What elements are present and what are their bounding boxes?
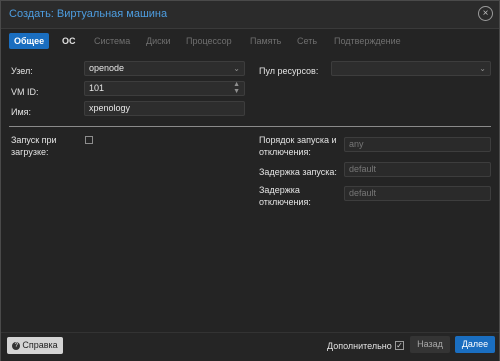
tab-confirm[interactable]: Подтверждение — [329, 33, 406, 49]
dialog-footer: ? Справка Дополнительно ✓ Назад Далее — [1, 332, 499, 361]
advanced-label: Дополнительно — [327, 341, 392, 351]
node-value: openode — [89, 63, 125, 73]
shutdown-delay-label-line1: Задержка — [259, 185, 300, 195]
chevron-down-icon[interactable]: ⌄ — [233, 62, 240, 75]
spinner-icon[interactable]: ▲ ▼ — [233, 81, 240, 95]
autostart-label-line1: Запуск при — [11, 135, 57, 145]
autostart-checkbox[interactable] — [85, 136, 93, 144]
help-icon: ? — [12, 341, 21, 350]
section-divider — [9, 126, 491, 127]
shutdown-delay-field[interactable]: default — [344, 186, 491, 201]
startup-delay-placeholder: default — [349, 164, 377, 174]
shutdown-delay-label-line2: отключения: — [259, 197, 311, 207]
pool-select[interactable]: ⌄ — [331, 61, 491, 76]
tab-system[interactable]: Система — [89, 33, 135, 49]
create-vm-dialog: Создать: Виртуальная машина × Общее ОС С… — [0, 0, 500, 361]
tab-disks[interactable]: Диски — [141, 33, 176, 49]
startup-delay-label: Задержка запуска: — [259, 167, 337, 177]
node-select[interactable]: openode ⌄ — [84, 61, 245, 76]
name-value: xpenology — [89, 103, 131, 113]
vmid-value: 101 — [89, 83, 105, 93]
startup-order-placeholder: any — [349, 139, 364, 149]
help-button[interactable]: ? Справка — [7, 337, 63, 354]
tab-network[interactable]: Сеть — [292, 33, 322, 49]
back-button[interactable]: Назад — [410, 336, 450, 353]
tab-cpu[interactable]: Процессор — [181, 33, 237, 49]
chevron-down-icon[interactable]: ⌄ — [479, 62, 486, 75]
pool-label: Пул ресурсов: — [259, 66, 319, 76]
node-label: Узел: — [11, 66, 33, 76]
help-label: Справка — [22, 340, 58, 350]
dialog-title: Создать: Виртуальная машина — [9, 8, 168, 20]
next-button[interactable]: Далее — [455, 336, 495, 353]
startup-order-label-line2: отключения: — [259, 147, 311, 157]
close-icon[interactable]: × — [478, 6, 493, 21]
vmid-label: VM ID: — [11, 87, 39, 97]
startup-order-field[interactable]: any — [344, 137, 491, 152]
startup-order-label-line1: Порядок запуска и — [259, 135, 337, 145]
vmid-field[interactable]: 101 ▲ ▼ — [84, 81, 245, 96]
advanced-checkbox[interactable]: ✓ — [395, 341, 404, 350]
shutdown-delay-placeholder: default — [349, 188, 377, 198]
dialog-titlebar: Создать: Виртуальная машина × — [1, 1, 499, 29]
startup-delay-field[interactable]: default — [344, 162, 491, 177]
tab-os[interactable]: ОС — [57, 33, 81, 49]
tab-memory[interactable]: Память — [245, 33, 286, 49]
tab-general[interactable]: Общее — [9, 33, 50, 49]
autostart-label-line2: загрузке: — [11, 147, 49, 157]
name-label: Имя: — [11, 107, 32, 117]
name-field[interactable]: xpenology — [84, 101, 245, 116]
